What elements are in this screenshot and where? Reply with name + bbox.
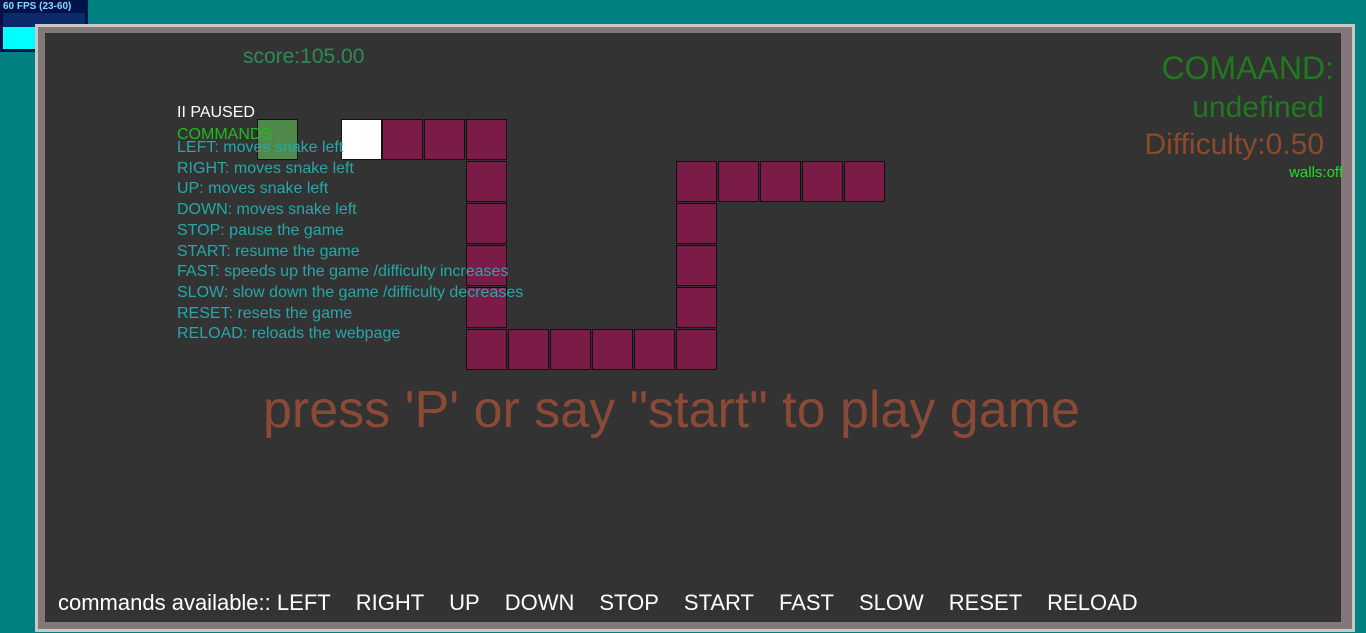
command-help-list: LEFT: moves snake left RIGHT: moves snake…	[177, 138, 523, 345]
available-commands-label: commands available::	[58, 590, 271, 615]
command-help-line: RESET: resets the game	[177, 304, 353, 322]
available-command-fast: FAST	[778, 590, 834, 615]
available-command-start: START	[683, 590, 754, 615]
command-help-line: SLOW: slow down the game /difficulty dec…	[177, 283, 524, 301]
command-value: undefined	[1192, 91, 1324, 124]
snake-segment	[676, 329, 717, 370]
available-command-right: RIGHT	[355, 590, 425, 615]
snake-segment	[676, 245, 717, 286]
snake-segment	[844, 161, 885, 202]
command-label: COMAAND:	[1161, 50, 1334, 86]
command-help-line: RIGHT: moves snake left	[177, 159, 354, 177]
score-display: score:105.00	[243, 45, 365, 68]
command-help-line: LEFT: moves snake left	[177, 139, 344, 156]
snake-segment	[634, 329, 675, 370]
snake-segment	[802, 161, 843, 202]
available-command-left: LEFT	[276, 590, 331, 615]
snake-segment	[550, 329, 591, 370]
snake-segment	[760, 161, 801, 202]
available-command-reload: RELOAD	[1047, 590, 1138, 615]
command-help-line: FAST: speeds up the game /difficulty inc…	[177, 263, 509, 281]
available-commands-bar: commands available:: LEFT RIGHT UP DOWN STOP…	[58, 590, 1163, 616]
snake-segment	[676, 161, 717, 202]
available-command-stop: STOP	[599, 590, 659, 615]
paused-indicator: II PAUSED	[177, 104, 255, 121]
command-help-line: START: resume the game	[177, 242, 360, 260]
snake-segment	[592, 329, 633, 370]
snake-segment	[718, 161, 759, 202]
command-help-line: RELOAD: reloads the webpage	[177, 325, 401, 343]
command-help-line: STOP: pause the game	[177, 221, 344, 239]
difficulty-display: Difficulty:0.50	[1144, 128, 1324, 161]
available-command-reset: RESET	[948, 590, 1023, 615]
walls-status: walls:off	[1289, 164, 1343, 181]
available-command-down: DOWN	[504, 590, 575, 615]
available-command-slow: SLOW	[859, 590, 924, 615]
command-help-line: UP: moves snake left	[177, 180, 329, 198]
snake-segment	[676, 287, 717, 328]
available-command-up: UP	[449, 590, 480, 615]
command-help-line: DOWN: moves snake left	[177, 201, 357, 219]
fps-label: 60 FPS (23-60)	[3, 1, 72, 12]
snake-segment	[676, 203, 717, 244]
start-prompt: press 'P' or say "start" to play game	[263, 381, 1080, 439]
